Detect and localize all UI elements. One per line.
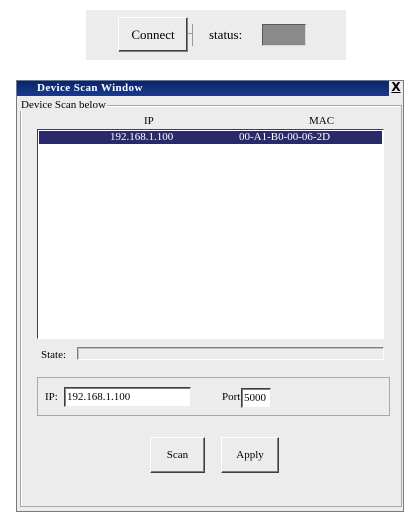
scan-button[interactable]: Scan (150, 437, 205, 473)
device-list[interactable]: 192.168.1.100 00-A1-B0-00-06-2D (37, 129, 384, 339)
window-title: Device Scan Window (37, 82, 143, 94)
state-progress-bar (77, 347, 384, 360)
connect-button[interactable]: Connect (118, 17, 188, 52)
status-indicator (262, 24, 306, 46)
device-scan-window: Device Scan Window X Device Scan below I… (16, 80, 404, 512)
column-header-mac[interactable]: MAC (309, 115, 334, 127)
device-scan-group-label: Device Scan below (20, 99, 107, 111)
title-bar[interactable]: Device Scan Window X (17, 81, 403, 96)
close-icon: X (391, 80, 401, 94)
table-row[interactable]: 192.168.1.100 00-A1-B0-00-06-2D (39, 131, 382, 144)
close-button[interactable]: X (389, 81, 403, 96)
ip-label: IP: (45, 391, 58, 403)
connect-toolbar: Connect status: (86, 10, 346, 60)
state-label: State: (41, 349, 67, 361)
apply-button[interactable]: Apply (221, 437, 279, 473)
status-label: status: (209, 27, 243, 42)
ip-input[interactable] (64, 387, 191, 407)
row-ip-cell: 192.168.1.100 (110, 131, 174, 143)
toolbar-separator (192, 24, 193, 46)
row-mac-cell: 00-A1-B0-00-06-2D (239, 131, 331, 143)
column-header-ip[interactable]: IP (144, 115, 154, 127)
list-header: IP MAC (37, 115, 384, 129)
port-input[interactable] (241, 388, 271, 408)
